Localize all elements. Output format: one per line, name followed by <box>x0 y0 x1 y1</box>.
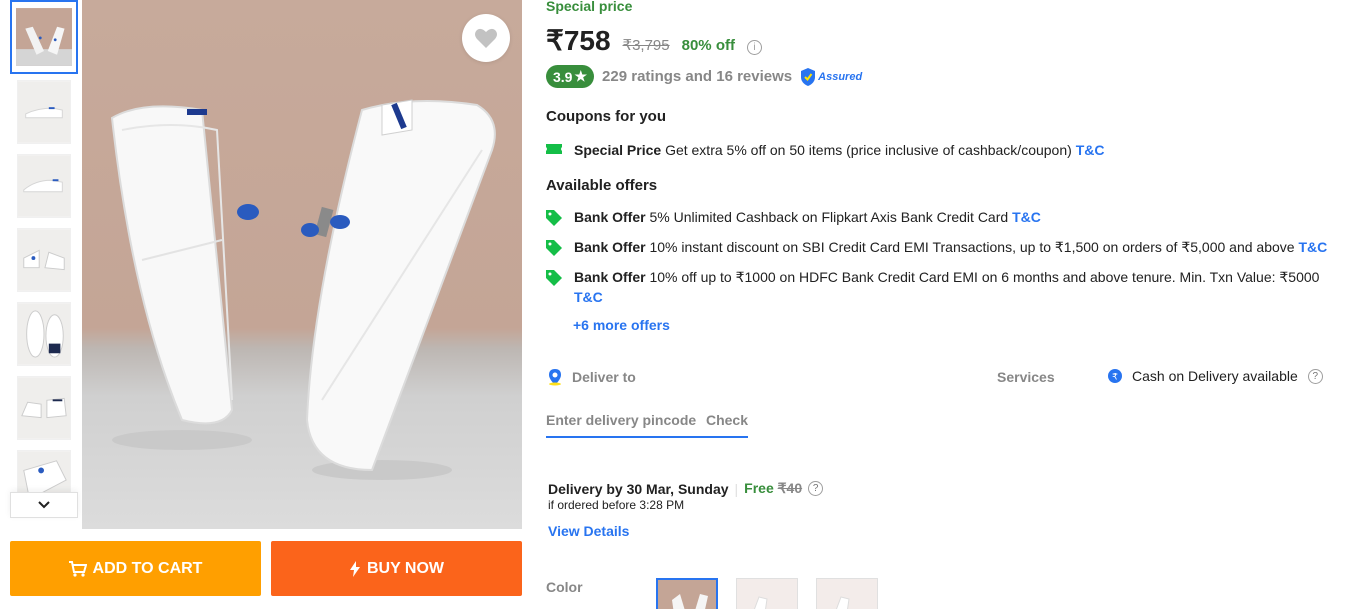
offer-tc-link[interactable]: T&C <box>1012 209 1041 225</box>
cod-text: Cash on Delivery available <box>1132 368 1298 384</box>
cart-icon <box>68 560 87 577</box>
product-shoe-image <box>110 99 496 480</box>
color-swatch-2[interactable] <box>736 578 798 609</box>
price-row: ₹758 ₹3,795 80% off i <box>546 24 762 57</box>
assured-badge: Assured <box>800 67 863 86</box>
offer-item: Bank Offer 10% off up to ₹1000 on HDFC B… <box>546 267 1326 307</box>
offer-text: 5% Unlimited Cashback on Flipkart Axis B… <box>649 209 1009 225</box>
rating-value: 3.9 <box>553 68 573 85</box>
thumbnail-shoe-image <box>16 8 72 66</box>
add-to-cart-button[interactable]: ADD TO CART <box>10 541 261 596</box>
delivery-estimate: Delivery by 30 Mar, Sunday | Free ₹40 ? <box>548 480 824 497</box>
offers-heading: Available offers <box>546 177 658 194</box>
star-icon: ★ <box>574 68 588 84</box>
pincode-input[interactable]: Enter delivery pincode Check <box>546 412 748 438</box>
offer-tc-link[interactable]: T&C <box>1298 239 1327 255</box>
tag-icon <box>546 267 564 307</box>
thumbnail-shoe-image <box>18 229 70 291</box>
product-main-image[interactable] <box>82 0 522 529</box>
offer-text: 10% instant discount on SBI Credit Card … <box>649 239 1295 255</box>
coupon-item: Special Price Get extra 5% off on 50 ite… <box>546 140 1104 160</box>
rating-badge[interactable]: 3.9 ★ <box>546 65 595 88</box>
swatch-shoe-image <box>737 579 797 609</box>
deliver-to-label: Deliver to <box>572 369 636 385</box>
offer-item: Bank Offer 10% instant discount on SBI C… <box>546 237 1327 257</box>
price-info-icon[interactable]: i <box>746 40 762 55</box>
color-label: Color <box>546 579 583 595</box>
thumbnail-6[interactable] <box>17 376 71 440</box>
cod-help-icon[interactable]: ? <box>1307 368 1323 384</box>
delivery-fee: Free ₹40 <box>744 480 802 497</box>
thumbnail-shoe-image <box>18 155 70 217</box>
more-offers-link[interactable]: +6 more offers <box>573 317 670 333</box>
discount-percent: 80% off <box>681 37 735 54</box>
check-pincode-button[interactable]: Check <box>706 412 748 428</box>
selling-price: ₹758 <box>546 25 611 56</box>
cod-info: ₹ Cash on Delivery available ? <box>1108 368 1323 384</box>
color-swatch-1[interactable] <box>656 578 718 609</box>
chevron-down-icon <box>38 501 50 509</box>
lightning-icon <box>349 560 360 577</box>
delivery-date: Delivery by 30 Mar, Sunday <box>548 480 729 497</box>
tag-icon <box>546 237 564 257</box>
location-pin-icon <box>549 369 561 386</box>
coupons-heading: Coupons for you <box>546 108 666 125</box>
thumbnail-3[interactable] <box>17 154 71 218</box>
svg-text:₹: ₹ <box>1112 373 1118 383</box>
assured-shield-icon <box>801 67 816 86</box>
coupon-type: Special Price <box>574 142 662 158</box>
offer-item: Bank Offer 5% Unlimited Cashback on Flip… <box>546 207 1041 227</box>
thumbnail-1[interactable] <box>10 0 78 74</box>
thumbnail-2[interactable] <box>17 80 71 144</box>
offer-text: 10% off up to ₹1000 on HDFC Bank Credit … <box>649 269 1320 285</box>
ticket-icon <box>546 140 564 160</box>
coupon-tc-link[interactable]: T&C <box>1076 142 1105 158</box>
thumbnail-5[interactable] <box>17 302 71 366</box>
free-label: Free <box>744 480 774 496</box>
offer-type: Bank Offer <box>574 239 646 255</box>
buy-now-button[interactable]: BUY NOW <box>271 541 522 596</box>
thumbnail-shoe-image <box>18 81 70 143</box>
color-swatch-3[interactable] <box>816 578 878 609</box>
tag-icon <box>546 207 564 227</box>
thumbnail-scroll-down-button[interactable] <box>10 492 78 518</box>
delivery-separator: | <box>734 480 739 497</box>
buy-now-label: BUY NOW <box>366 559 445 577</box>
swatch-shoe-image <box>658 580 716 609</box>
offer-tc-link[interactable]: T&C <box>574 289 603 305</box>
offer-type: Bank Offer <box>574 209 646 225</box>
order-cutoff: if ordered before 3:28 PM <box>548 498 685 512</box>
rupee-circle-icon: ₹ <box>1108 369 1122 383</box>
swatch-shoe-image <box>817 579 877 609</box>
thumbnail-4[interactable] <box>17 228 71 292</box>
mrp-price: ₹3,795 <box>622 37 670 54</box>
rating-row: 3.9 ★ 229 ratings and 16 reviews Assured <box>546 65 862 88</box>
pincode-placeholder: Enter delivery pincode <box>546 412 697 428</box>
delivery-charge-struck: ₹40 <box>777 480 803 496</box>
heart-icon <box>475 28 497 48</box>
delivery-help-icon[interactable]: ? <box>808 481 824 496</box>
deliver-to: Deliver to <box>546 368 636 386</box>
thumbnail-shoe-image <box>18 377 70 439</box>
view-details-link[interactable]: View Details <box>548 523 629 539</box>
assured-label: Assured <box>818 70 863 83</box>
ratings-reviews-count[interactable]: 229 ratings and 16 reviews <box>602 68 792 85</box>
add-to-cart-label: ADD TO CART <box>92 559 203 577</box>
special-price-label: Special price <box>546 0 633 14</box>
thumbnail-shoe-image <box>18 303 70 365</box>
services-label: Services <box>997 369 1055 385</box>
wishlist-button[interactable] <box>462 14 510 62</box>
coupon-text: Get extra 5% off on 50 items (price incl… <box>665 142 1072 158</box>
offer-type: Bank Offer <box>574 269 646 285</box>
